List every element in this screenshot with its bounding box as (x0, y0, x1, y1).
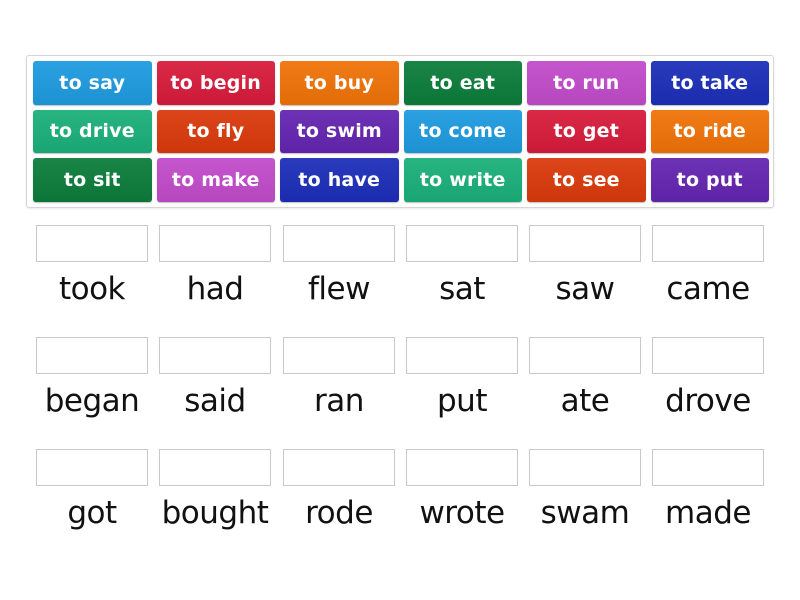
past-tense-word: saw (555, 271, 615, 307)
answer-tile[interactable]: to take (650, 61, 769, 105)
drop-zone[interactable] (36, 449, 148, 486)
answer-tile[interactable]: to get (527, 109, 646, 153)
match-slot: made (652, 449, 764, 533)
match-slot: came (652, 225, 764, 309)
match-slot: swam (529, 449, 641, 533)
drop-zone[interactable] (36, 337, 148, 374)
past-tense-word: bought (161, 495, 269, 531)
match-slot: wrote (406, 449, 518, 533)
match-slot: had (159, 225, 271, 309)
drop-zone[interactable] (159, 449, 271, 486)
drop-zone[interactable] (283, 337, 395, 374)
past-tense-word: put (437, 383, 487, 419)
past-tense-word: said (184, 383, 246, 419)
match-slot: sat (406, 225, 518, 309)
past-tense-word: took (58, 271, 126, 307)
drop-zone[interactable] (159, 225, 271, 262)
answer-tile[interactable]: to make (156, 158, 275, 202)
answer-tile[interactable]: to have (280, 158, 399, 202)
past-tense-word: flew (308, 271, 370, 307)
answer-tile[interactable]: to buy (280, 61, 399, 105)
answer-tile[interactable]: to come (403, 109, 522, 153)
answer-tile[interactable]: to fly (156, 109, 275, 153)
answer-tile[interactable]: to drive (33, 109, 152, 153)
drop-zone[interactable] (652, 225, 764, 262)
match-slot: rode (283, 449, 395, 533)
answer-tile[interactable]: to see (527, 158, 646, 202)
past-tense-word: got (67, 495, 117, 531)
past-tense-word: drove (665, 383, 751, 419)
answer-tile[interactable]: to write (403, 158, 522, 202)
match-slot: put (406, 337, 518, 421)
match-slot: ran (283, 337, 395, 421)
drop-zone[interactable] (36, 225, 148, 262)
past-tense-word: sat (439, 271, 485, 307)
past-tense-word: ran (314, 383, 364, 419)
past-tense-word: ate (560, 383, 610, 419)
drop-zone[interactable] (283, 225, 395, 262)
match-slot: drove (652, 337, 764, 421)
answer-tile[interactable]: to begin (156, 61, 275, 105)
match-slot: began (36, 337, 148, 421)
answer-tile[interactable]: to ride (650, 109, 769, 153)
past-tense-word: wrote (419, 495, 505, 531)
match-slot: took (36, 225, 148, 309)
match-slot: bought (159, 449, 271, 533)
answer-tile[interactable]: to say (33, 61, 152, 105)
drop-zone[interactable] (406, 225, 518, 262)
drop-zone[interactable] (652, 449, 764, 486)
match-slot: saw (529, 225, 641, 309)
drop-zone[interactable] (652, 337, 764, 374)
answer-tile[interactable]: to eat (403, 61, 522, 105)
past-tense-word: rode (305, 495, 373, 531)
match-slot: ate (529, 337, 641, 421)
drop-zone[interactable] (529, 337, 641, 374)
answer-tile[interactable]: to run (527, 61, 646, 105)
tile-grid: to say to begin to buy to eat to run to take t… (33, 61, 769, 202)
past-tense-word: began (44, 383, 140, 419)
answer-tile[interactable]: to put (650, 158, 769, 202)
answer-tile-bank: to say to begin to buy to eat to run to take t… (26, 55, 774, 208)
past-tense-word: swam (540, 495, 630, 531)
past-tense-word: made (665, 495, 751, 531)
answer-tile[interactable]: to swim (280, 109, 399, 153)
match-slot: flew (283, 225, 395, 309)
match-slot: said (159, 337, 271, 421)
answer-tile[interactable]: to sit (33, 158, 152, 202)
drop-zone[interactable] (406, 449, 518, 486)
drop-zone[interactable] (529, 449, 641, 486)
past-tense-word: came (666, 271, 750, 307)
drop-zone[interactable] (529, 225, 641, 262)
past-tense-word: had (186, 271, 244, 307)
match-slot: got (36, 449, 148, 533)
drop-zone[interactable] (406, 337, 518, 374)
drop-zone[interactable] (159, 337, 271, 374)
drop-zone[interactable] (283, 449, 395, 486)
